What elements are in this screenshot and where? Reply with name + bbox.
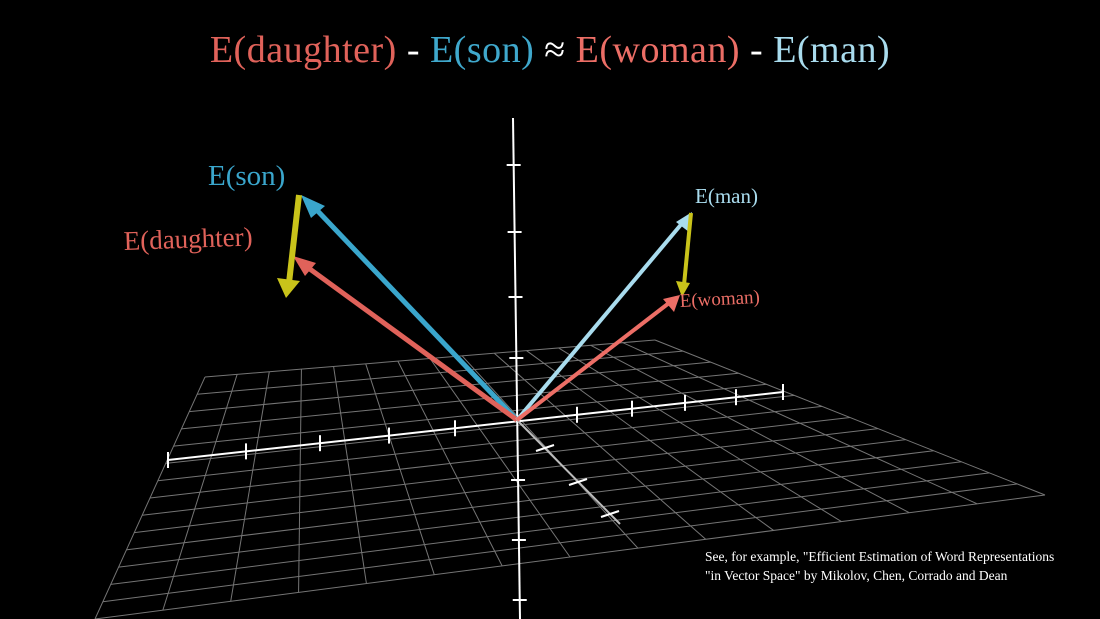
daughter-label: E(daughter) [123,222,253,256]
son-label: E(son) [208,160,285,192]
vector-space-diagram: E(son) E(daughter) E(man) E(woman) [94,117,1046,619]
citation-line-2: "in Vector Space" by Mikolov, Chen, Corr… [705,568,1008,583]
son-vector [310,203,519,422]
axis-tick [600,510,620,518]
vectors [277,194,693,423]
grid-line [558,347,842,522]
title-man: E(man) [773,29,891,71]
grid-line [526,350,774,531]
axes [167,117,784,619]
citation-line-1: See, for example, "Efficient Estimation … [705,549,1055,564]
grid-line [654,339,1046,496]
son-daughter-difference-arrowhead [277,278,300,298]
daughter-vector [301,261,519,423]
man-vector [515,219,686,422]
vertical-axis [512,117,521,619]
title-approx: ≈ [534,29,576,71]
title-daughter: E(daughter) [209,29,397,71]
title-woman: E(woman) [575,29,741,71]
son-daughter-difference-vector [286,194,302,284]
citation: See, for example, "Efficient Estimation … [705,547,1100,585]
title-son: E(son) [429,29,535,71]
man-label: E(man) [695,184,758,208]
title-minus-2: - [740,29,774,71]
woman-label: E(woman) [679,287,760,312]
grid-line [493,352,707,540]
depth-axis [516,419,621,525]
title-minus-1: - [396,29,430,71]
grid-line [590,344,910,514]
equation-title: E(daughter) - E(son) ≈ E(woman) - E(man) [0,28,1100,72]
